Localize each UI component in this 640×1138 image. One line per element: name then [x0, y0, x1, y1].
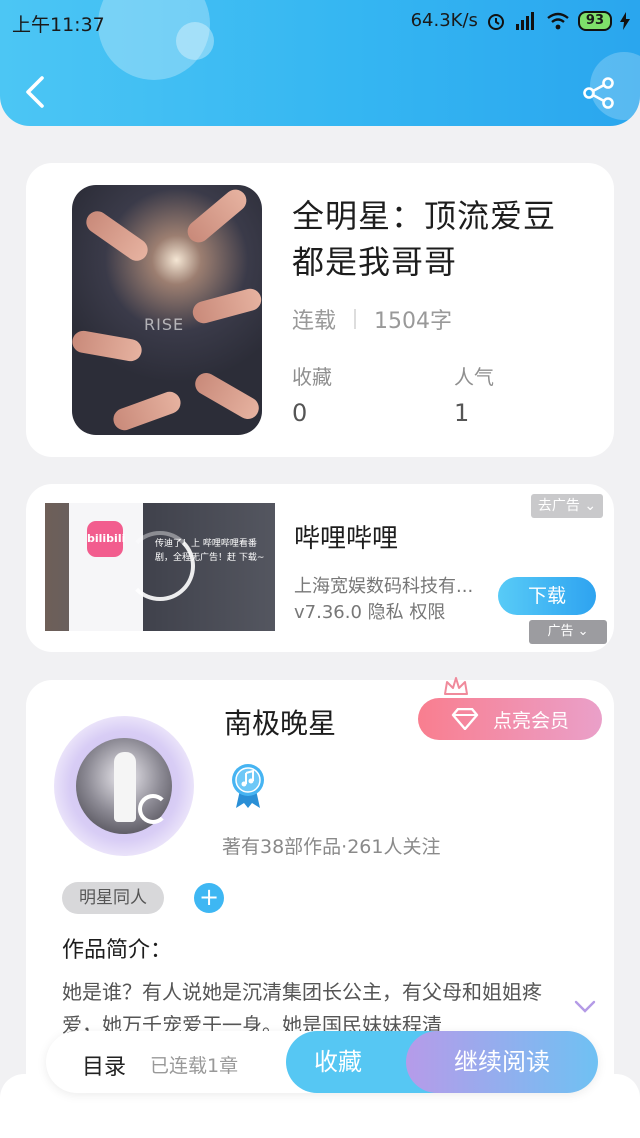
bilibili-logo-icon: bilibili — [87, 521, 125, 557]
charging-icon — [620, 11, 630, 30]
cover-decor — [110, 388, 184, 434]
chapter-count[interactable]: 已连载1章 — [150, 1051, 238, 1078]
collect-value: 0 — [292, 399, 308, 427]
book-title: 全明星：顶流爱豆都是我哥哥 — [292, 197, 557, 281]
cover-decor — [191, 368, 262, 424]
signal-icon — [515, 11, 534, 30]
battery-indicator: 93 — [577, 10, 612, 31]
collect-label: 收藏 — [292, 365, 332, 389]
ad-app-name: 哔哩哔哩 — [294, 524, 399, 554]
intro-text: 她是谁？有人说她是沉清集团长公主，有父母和姐姐疼爱，她万千宠爱于一身。她是国民妹… — [62, 980, 542, 1037]
ad-company: 上海宽娱数码科技有... — [294, 576, 474, 597]
avatar-frame[interactable] — [54, 716, 194, 856]
share-icon[interactable] — [582, 76, 616, 110]
bottom-action-bar: 目录 已连载1章 收藏 继续阅读 — [46, 1031, 598, 1093]
back-arrow-icon[interactable] — [20, 74, 50, 110]
status-icons: 64.3K/s 93 — [411, 10, 630, 31]
ad-badge[interactable]: 广告 ⌄ — [529, 620, 607, 644]
cover-decor — [190, 286, 262, 326]
continue-reading-button[interactable]: 继续阅读 — [406, 1031, 598, 1093]
toc-button[interactable]: 目录 — [82, 1049, 126, 1081]
book-info-card: RISE 全明星：顶流爱豆都是我哥哥 连载 1504字 收藏 0 人气 1 — [26, 163, 614, 457]
ad-image[interactable]: bilibili 传迪了！上 哔哩哔哩看番剧，全程无广告！赶 下载~ — [45, 503, 275, 631]
book-status: 连载 — [292, 309, 337, 334]
meta-divider — [354, 309, 357, 329]
book-cover[interactable]: RISE — [72, 185, 262, 435]
avatar-ring-decor — [138, 794, 168, 824]
remove-ad-label: 去广告 — [537, 498, 580, 514]
wifi-icon — [547, 12, 569, 29]
vip-button[interactable]: 点亮会员 — [418, 698, 602, 740]
music-badge-icon — [232, 764, 264, 808]
status-time: 上午11:37 — [12, 14, 105, 36]
cover-decor — [82, 206, 152, 266]
book-word-count: 1504字 — [374, 309, 453, 334]
status-bar: 上午11:37 64.3K/s 93 — [0, 0, 640, 44]
net-speed: 64.3K/s — [410, 10, 478, 31]
author-name[interactable]: 南极晚星 — [224, 702, 336, 742]
author-stats: 著有38部作品·261人关注 — [222, 836, 441, 858]
popularity-label: 人气 — [454, 365, 494, 389]
popularity-value: 1 — [454, 399, 470, 427]
chevron-down-icon[interactable] — [574, 1000, 596, 1014]
avatar-figure — [114, 752, 136, 822]
remove-ad-button[interactable]: 去广告 ⌄ — [531, 494, 603, 518]
cover-decor — [183, 185, 251, 247]
vip-label: 点亮会员 — [492, 709, 569, 732]
top-header: 上午11:37 64.3K/s 93 — [0, 0, 640, 126]
ad-card[interactable]: bilibili 传迪了！上 哔哩哔哩看番剧，全程无广告！赶 下载~ 去广告 ⌄… — [26, 484, 614, 652]
ad-badge-label: 广告 — [547, 624, 574, 639]
genre-tag[interactable]: 明星同人 — [62, 882, 164, 914]
ad-download-button[interactable]: 下载 — [498, 577, 596, 615]
cover-decor — [72, 329, 144, 363]
crown-icon — [444, 677, 468, 695]
ad-version-info[interactable]: v7.36.0 隐私 权限 — [294, 598, 445, 624]
alarm-icon — [487, 13, 504, 30]
loading-ring-icon — [125, 531, 195, 601]
diamond-icon — [451, 708, 479, 730]
add-tag-button[interactable]: + — [194, 883, 224, 913]
cover-logo-text: RISE — [144, 315, 185, 334]
intro-label: 作品简介： — [62, 938, 173, 963]
book-meta: 连载 1504字 — [292, 303, 452, 335]
